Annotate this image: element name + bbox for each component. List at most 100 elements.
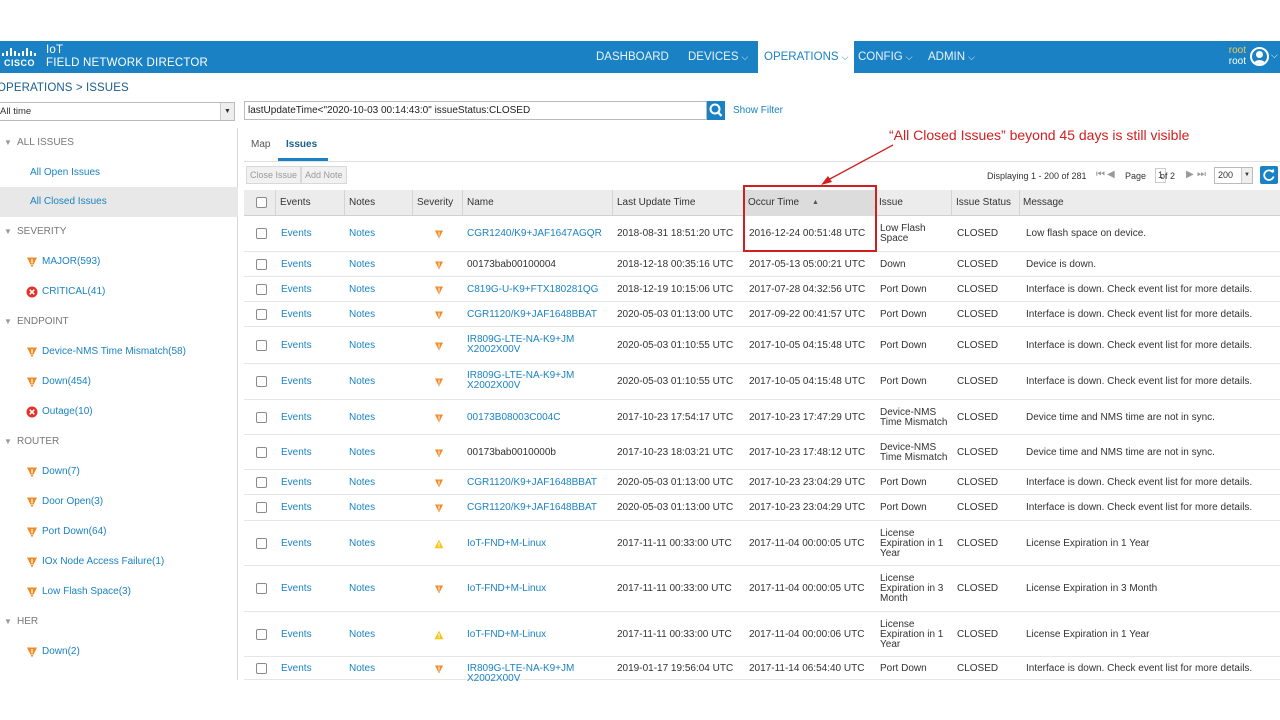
last-page-icon[interactable]: ⏭ bbox=[1197, 169, 1206, 180]
events-link[interactable]: Events bbox=[281, 309, 312, 320]
sidebar-group-endpoint[interactable]: ▼ ENDPOINT bbox=[0, 307, 238, 337]
table-row[interactable]: Events Notes 00173B08003C004C 2017-10-23 17… bbox=[244, 400, 1280, 435]
sidebar-item-low-flash[interactable]: Low Flash Space(3) bbox=[0, 577, 238, 607]
row-checkbox[interactable] bbox=[256, 583, 267, 594]
table-row[interactable]: Events Notes 00173bab0010000b 2017-10-23 18… bbox=[244, 435, 1280, 470]
table-row[interactable]: Events Notes IR809G-LTE-NA-K9+JMX2002X00V 2… bbox=[244, 327, 1280, 364]
column-name[interactable]: Name bbox=[467, 190, 494, 216]
row-checkbox[interactable] bbox=[256, 538, 267, 549]
table-row[interactable]: Events Notes IR809G-LTE-NA-K9+JMX2002X00V 2… bbox=[244, 364, 1280, 400]
notes-link[interactable]: Notes bbox=[349, 629, 375, 640]
table-row[interactable]: Events Notes CGR1120/K9+JAF1648BBAT 2020-05… bbox=[244, 495, 1280, 521]
sidebar-item-router-down[interactable]: Down(7) bbox=[0, 457, 238, 487]
next-page-icon[interactable]: ▶ bbox=[1186, 169, 1194, 180]
notes-link[interactable]: Notes bbox=[349, 538, 375, 549]
notes-link[interactable]: Notes bbox=[349, 259, 375, 270]
column-events[interactable]: Events bbox=[280, 190, 311, 216]
device-name-link[interactable]: CGR1120/K9+JAF1648BBAT bbox=[467, 502, 597, 513]
row-checkbox[interactable] bbox=[256, 663, 267, 674]
nav-operations[interactable]: OPERATIONS ⌵ bbox=[758, 41, 855, 73]
column-notes[interactable]: Notes bbox=[349, 190, 375, 216]
sidebar-item-major[interactable]: MAJOR(593) bbox=[0, 247, 238, 277]
events-link[interactable]: Events bbox=[281, 284, 312, 295]
notes-link[interactable]: Notes bbox=[349, 412, 375, 423]
device-name-link[interactable]: IR809G-LTE-NA-K9+JMX2002X00V bbox=[467, 664, 579, 684]
column-message[interactable]: Message bbox=[1023, 190, 1064, 216]
sidebar-item-closed-issues[interactable]: All Closed Issues bbox=[0, 187, 238, 217]
row-checkbox[interactable] bbox=[256, 447, 267, 458]
notes-link[interactable]: Notes bbox=[349, 663, 375, 674]
table-row[interactable]: Events Notes C819G-U-K9+FTX180281QG 2018-12… bbox=[244, 277, 1280, 302]
device-name-link[interactable]: CGR1120/K9+JAF1648BBAT bbox=[467, 477, 597, 488]
row-checkbox[interactable] bbox=[256, 340, 267, 351]
device-name-link[interactable]: 00173B08003C004C bbox=[467, 412, 560, 423]
time-range-select[interactable]: All time ▼ bbox=[0, 102, 235, 121]
tab-map[interactable]: Map bbox=[251, 139, 270, 150]
notes-link[interactable]: Notes bbox=[349, 228, 375, 239]
table-row[interactable]: Events Notes IR809G-LTE-NA-K9+JMX2002X00V 2… bbox=[244, 657, 1280, 684]
user-info[interactable]: root root bbox=[1222, 45, 1246, 67]
events-link[interactable]: Events bbox=[281, 447, 312, 458]
tab-issues[interactable]: Issues bbox=[286, 139, 317, 150]
sidebar-item-open-issues[interactable]: All Open Issues bbox=[0, 158, 238, 188]
events-link[interactable]: Events bbox=[281, 376, 312, 387]
device-name-link[interactable]: IoT-FND+M-Linux bbox=[467, 629, 546, 640]
sidebar-item-door-open[interactable]: Door Open(3) bbox=[0, 487, 238, 517]
events-link[interactable]: Events bbox=[281, 663, 312, 674]
table-row[interactable]: Events Notes IoT-FND+M-Linux 2017-11-11 00:… bbox=[244, 521, 1280, 566]
notes-link[interactable]: Notes bbox=[349, 309, 375, 320]
device-name-link[interactable]: IoT-FND+M-Linux bbox=[467, 538, 546, 549]
device-name-link[interactable]: C819G-U-K9+FTX180281QG bbox=[467, 284, 598, 295]
refresh-button[interactable] bbox=[1260, 166, 1278, 184]
column-issue-status[interactable]: Issue Status bbox=[956, 190, 1011, 216]
sidebar-item-device-nms-mismatch[interactable]: Device-NMS Time Mismatch(58) bbox=[0, 337, 238, 367]
device-name-link[interactable]: IR809G-LTE-NA-K9+JMX2002X00V bbox=[467, 335, 579, 355]
row-checkbox[interactable] bbox=[256, 376, 267, 387]
table-row[interactable]: Events Notes 00173bab00100004 2018-12-18 00… bbox=[244, 252, 1280, 277]
sidebar-item-her-down[interactable]: Down(2) bbox=[0, 637, 238, 667]
search-button[interactable] bbox=[707, 101, 725, 120]
notes-link[interactable]: Notes bbox=[349, 583, 375, 594]
sidebar-item-critical[interactable]: CRITICAL(41) bbox=[0, 277, 238, 307]
sidebar-group-all-issues[interactable]: ▼ ALL ISSUES bbox=[0, 128, 238, 158]
events-link[interactable]: Events bbox=[281, 259, 312, 270]
notes-link[interactable]: Notes bbox=[349, 376, 375, 387]
column-issue[interactable]: Issue bbox=[879, 190, 903, 216]
table-row[interactable]: Events Notes CGR1120/K9+JAF1648BBAT 2020-05… bbox=[244, 302, 1280, 327]
sidebar-item-port-down[interactable]: Port Down(64) bbox=[0, 517, 238, 547]
device-name-link[interactable]: IR809G-LTE-NA-K9+JMX2002X00V bbox=[467, 371, 579, 391]
avatar-icon[interactable] bbox=[1250, 47, 1269, 66]
show-filter-link[interactable]: Show Filter bbox=[733, 105, 783, 116]
events-link[interactable]: Events bbox=[281, 538, 312, 549]
user-menu-chevron-icon[interactable]: ⌵ bbox=[1271, 50, 1278, 61]
column-severity[interactable]: Severity bbox=[417, 190, 453, 216]
first-page-icon[interactable]: ⏮ bbox=[1096, 169, 1105, 180]
notes-link[interactable]: Notes bbox=[349, 284, 375, 295]
row-checkbox[interactable] bbox=[256, 477, 267, 488]
device-name-link[interactable]: CGR1240/K9+JAF1647AGQR bbox=[467, 228, 602, 239]
row-checkbox[interactable] bbox=[256, 502, 267, 513]
table-row[interactable]: Events Notes IoT-FND+M-Linux 2017-11-11 00:… bbox=[244, 612, 1280, 657]
device-name-link[interactable]: IoT-FND+M-Linux bbox=[467, 583, 546, 594]
add-note-button[interactable]: Add Note bbox=[301, 166, 347, 184]
per-page-select[interactable]: 200 ▼ bbox=[1214, 167, 1253, 184]
sidebar-group-router[interactable]: ▼ ROUTER bbox=[0, 427, 238, 457]
row-checkbox[interactable] bbox=[256, 629, 267, 640]
row-checkbox[interactable] bbox=[256, 309, 267, 320]
sidebar-group-severity[interactable]: ▼ SEVERITY bbox=[0, 217, 238, 247]
events-link[interactable]: Events bbox=[281, 340, 312, 351]
nav-admin[interactable]: ADMIN ⌵ bbox=[928, 41, 975, 73]
close-issue-button[interactable]: Close Issue bbox=[246, 166, 302, 184]
notes-link[interactable]: Notes bbox=[349, 502, 375, 513]
prev-page-icon[interactable]: ◀ bbox=[1107, 169, 1115, 180]
events-link[interactable]: Events bbox=[281, 629, 312, 640]
sidebar-item-outage[interactable]: Outage(10) bbox=[0, 397, 238, 427]
row-checkbox[interactable] bbox=[256, 284, 267, 295]
sidebar-group-her[interactable]: ▼ HER bbox=[0, 607, 238, 637]
sidebar-item-iox-failure[interactable]: IOx Node Access Failure(1) bbox=[0, 547, 238, 577]
nav-devices[interactable]: DEVICES ⌵ bbox=[688, 41, 748, 73]
notes-link[interactable]: Notes bbox=[349, 477, 375, 488]
row-checkbox[interactable] bbox=[256, 228, 267, 239]
search-query-input[interactable]: lastUpdateTime<"2020-10-03 00:14:43:0" i… bbox=[244, 101, 707, 120]
events-link[interactable]: Events bbox=[281, 502, 312, 513]
